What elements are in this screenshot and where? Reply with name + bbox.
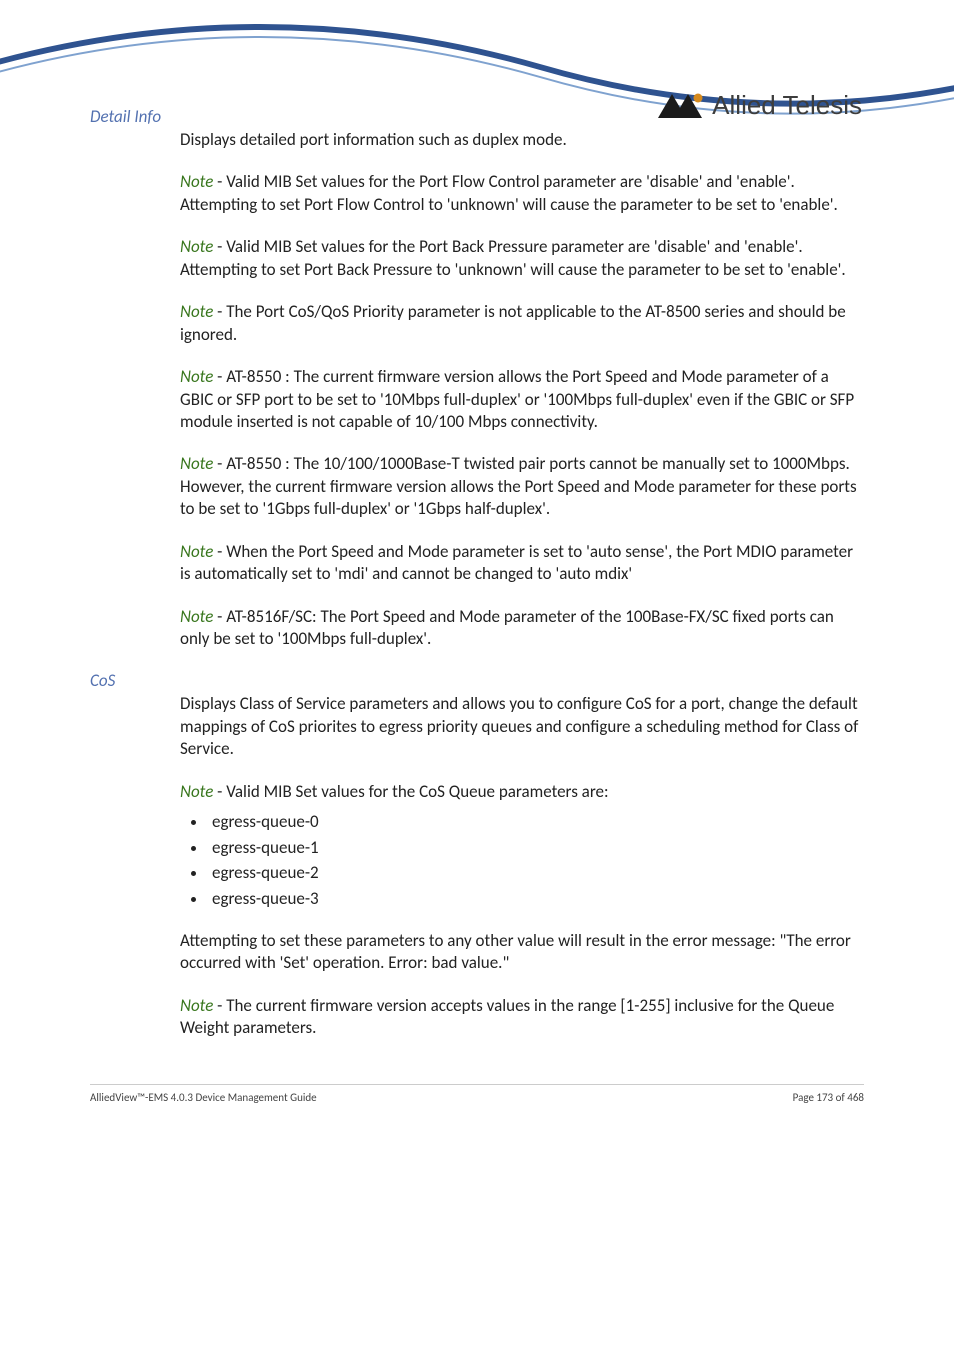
list-item: egress-queue-1	[208, 837, 864, 859]
note-block: Note - Valid MIB Set values for the Port…	[180, 171, 864, 216]
note-text: - AT-8550 : The current firmware version…	[180, 366, 854, 432]
note-prefix: Note	[180, 995, 213, 1016]
cos-queue-list: egress-queue-0 egress-queue-1 egress-que…	[208, 811, 864, 910]
footer-left: AlliedView™-EMS 4.0.3 Device Management …	[90, 1091, 317, 1104]
cos-attempt-text: Attempting to set these parameters to an…	[180, 930, 864, 975]
list-item: egress-queue-2	[208, 862, 864, 884]
cos-intro: Displays Class of Service parameters and…	[180, 693, 864, 760]
note-block: Note - When the Port Speed and Mode para…	[180, 541, 864, 586]
note-block: Note - Valid MIB Set values for the Port…	[180, 236, 864, 281]
note-text: - When the Port Speed and Mode parameter…	[180, 541, 853, 584]
detail-intro: Displays detailed port information such …	[180, 129, 864, 151]
note-text: - Valid MIB Set values for the Port Flow…	[180, 171, 838, 214]
note-prefix: Note	[180, 781, 213, 802]
note-block: Note - AT-8516F/SC: The Port Speed and M…	[180, 606, 864, 651]
note-text: - The current firmware version accepts v…	[180, 995, 834, 1038]
section-heading-detail-info: Detail Info	[90, 106, 864, 127]
note-prefix: Note	[180, 541, 213, 562]
note-text: - AT-8516F/SC: The Port Speed and Mode p…	[180, 606, 834, 649]
note-block: Note - The current firmware version acce…	[180, 995, 864, 1040]
section-heading-cos: CoS	[90, 670, 864, 691]
footer-right: Page 173 of 468	[793, 1091, 864, 1104]
note-prefix: Note	[180, 453, 213, 474]
note-block: Note - The Port CoS/QoS Priority paramet…	[180, 301, 864, 346]
note-prefix: Note	[180, 301, 213, 322]
note-prefix: Note	[180, 236, 213, 257]
list-item: egress-queue-0	[208, 811, 864, 833]
list-item: egress-queue-3	[208, 888, 864, 910]
note-text: - Valid MIB Set values for the Port Back…	[180, 236, 846, 279]
note-prefix: Note	[180, 366, 213, 387]
page-footer: AlliedView™-EMS 4.0.3 Device Management …	[90, 1084, 864, 1104]
note-prefix: Note	[180, 171, 213, 192]
note-text: - Valid MIB Set values for the CoS Queue…	[213, 781, 608, 802]
note-text: - The Port CoS/QoS Priority parameter is…	[180, 301, 846, 344]
note-block: Note - AT-8550 : The 10/100/1000Base-T t…	[180, 453, 864, 520]
note-block: Note - AT-8550 : The current firmware ve…	[180, 366, 864, 433]
note-block: Note - Valid MIB Set values for the CoS …	[180, 781, 864, 803]
note-text: - AT-8550 : The 10/100/1000Base-T twiste…	[180, 453, 857, 519]
note-prefix: Note	[180, 606, 213, 627]
